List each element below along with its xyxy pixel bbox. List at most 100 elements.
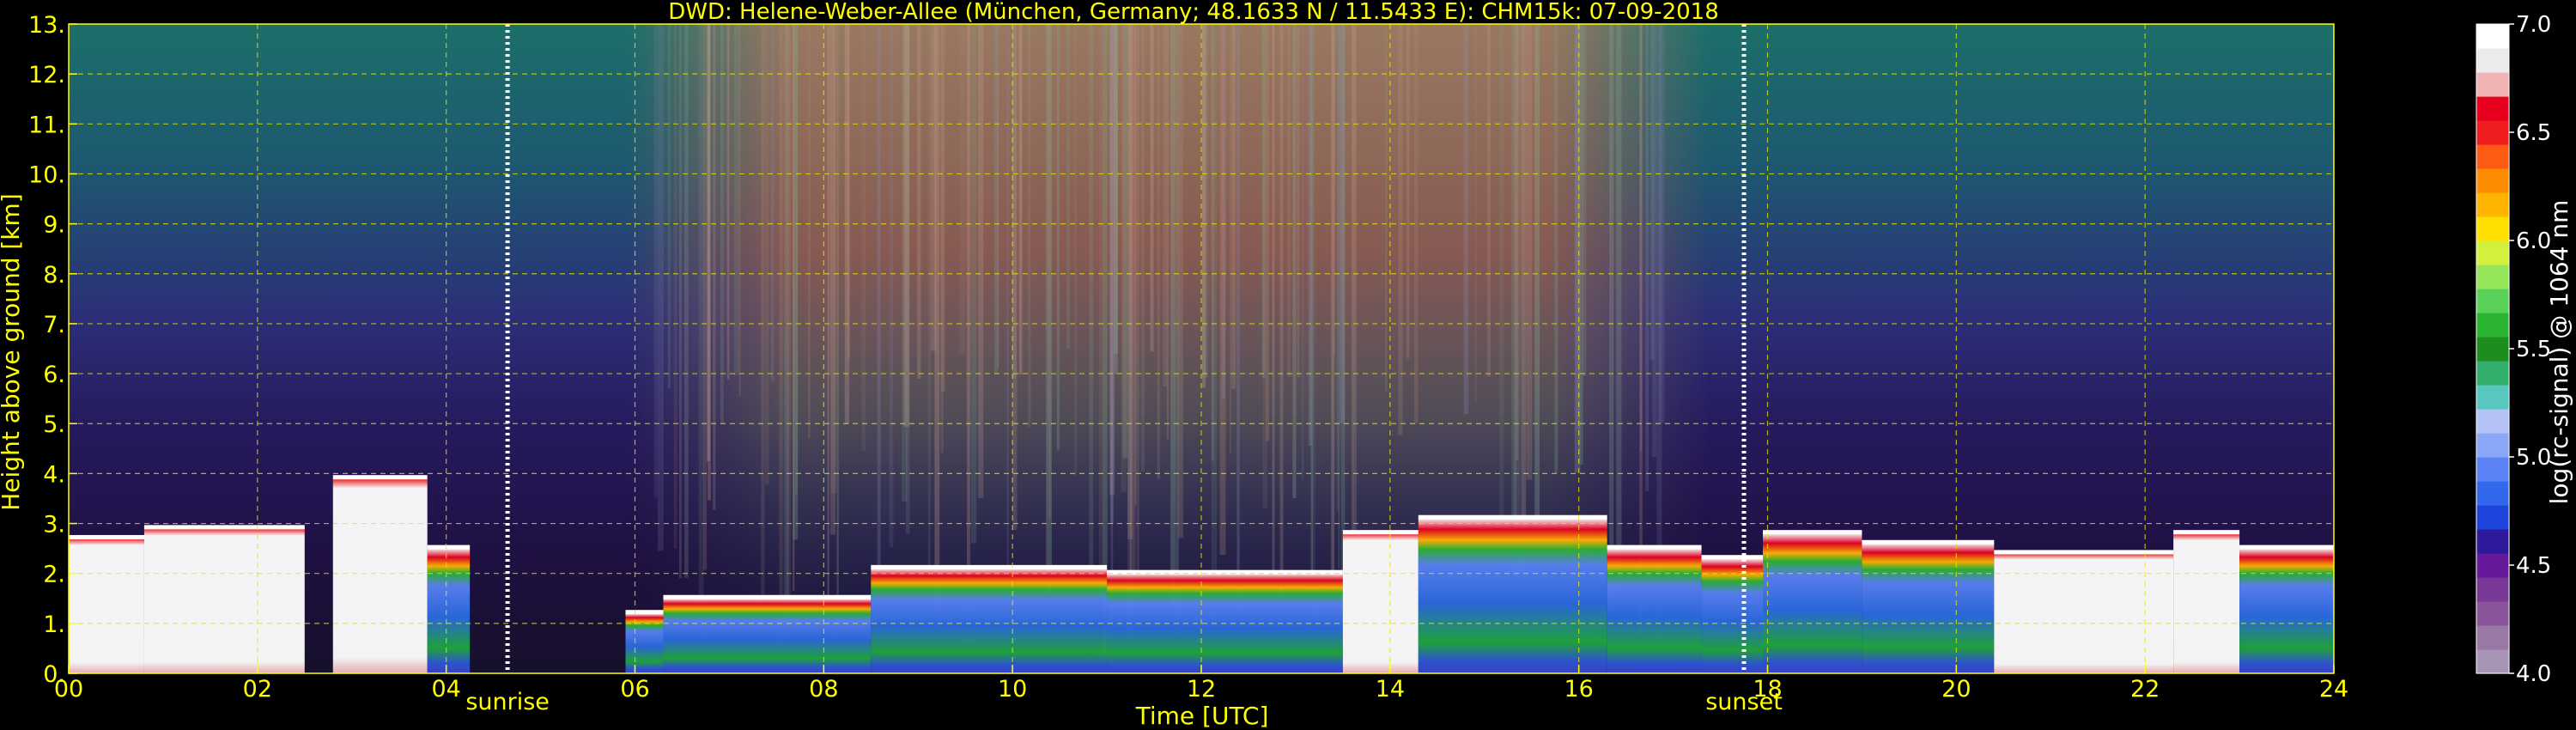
x-tick-label: 08 bbox=[809, 676, 838, 703]
colorbar-segment bbox=[2476, 481, 2509, 506]
colorbar-segment bbox=[2476, 313, 2509, 338]
signal-streak bbox=[1219, 24, 1226, 556]
signal-streak bbox=[1166, 24, 1170, 440]
signal-streak bbox=[967, 24, 970, 643]
signal-streak bbox=[1338, 24, 1340, 569]
cloud-top-edge bbox=[69, 534, 144, 539]
cloud-top-edge bbox=[871, 564, 1108, 569]
cloud-layer bbox=[871, 568, 1108, 673]
signal-streak bbox=[713, 24, 716, 510]
colorbar-segment bbox=[2476, 577, 2509, 602]
colorbar-segment bbox=[2476, 505, 2509, 530]
signal-streak bbox=[1157, 24, 1160, 479]
cloud-layer bbox=[1994, 553, 2174, 673]
cloud-top-edge bbox=[663, 594, 872, 599]
signal-streak bbox=[1066, 24, 1070, 350]
signal-streak bbox=[1353, 24, 1357, 608]
colorbar bbox=[2476, 23, 2510, 674]
signal-streak bbox=[1521, 24, 1527, 572]
colorbar-segment bbox=[2476, 24, 2509, 49]
y-tick-label: 1. bbox=[43, 611, 65, 638]
signal-streak bbox=[1110, 24, 1114, 665]
signal-streak bbox=[1018, 24, 1023, 375]
colorbar-segment bbox=[2476, 601, 2509, 626]
signal-streak bbox=[658, 24, 664, 551]
cloud-top-edge bbox=[1994, 550, 2174, 555]
signal-streak bbox=[1229, 24, 1232, 454]
colorbar-segment bbox=[2476, 409, 2509, 434]
signal-streak bbox=[978, 24, 984, 498]
signal-streak bbox=[1279, 24, 1284, 595]
signal-streak bbox=[889, 24, 894, 547]
signal-streak bbox=[1056, 24, 1060, 450]
colorbar-segment bbox=[2476, 168, 2509, 193]
signal-streak bbox=[830, 24, 836, 535]
y-tick-label: 12. bbox=[28, 62, 65, 88]
colorbar-segment bbox=[2476, 240, 2509, 265]
signal-streak bbox=[1127, 24, 1132, 642]
y-tick-label: 9. bbox=[43, 212, 65, 239]
sunrise-label: sunrise bbox=[465, 689, 550, 715]
cloud-layer bbox=[2239, 548, 2334, 673]
signal-streak bbox=[1231, 24, 1236, 389]
signal-streak bbox=[1609, 24, 1614, 605]
cloud-layer bbox=[625, 613, 664, 673]
cloud-top-edge bbox=[1862, 539, 1995, 544]
cloud-layer bbox=[1701, 558, 1764, 673]
cloud-top-edge bbox=[1701, 555, 1764, 560]
colorbar-segment bbox=[2476, 144, 2509, 169]
signal-streak bbox=[793, 24, 795, 592]
x-tick-label: 20 bbox=[1941, 676, 1971, 703]
signal-streak bbox=[726, 24, 730, 380]
signal-streak bbox=[930, 24, 937, 351]
cloud-top-edge bbox=[1763, 530, 1862, 535]
cloud-top-edge bbox=[1607, 544, 1702, 550]
cloud-layer bbox=[1342, 533, 1419, 673]
signal-streak bbox=[1170, 24, 1176, 605]
colorbar-segment bbox=[2476, 457, 2509, 482]
cloud-layer bbox=[1763, 533, 1862, 673]
signal-streak bbox=[1474, 24, 1478, 403]
cloud-layer bbox=[69, 538, 144, 673]
y-tick-label: 7. bbox=[43, 312, 65, 338]
cloud-layer bbox=[1607, 548, 1702, 673]
signal-streak bbox=[827, 24, 829, 623]
y-tick-label: 4. bbox=[43, 461, 65, 488]
cloud-top-edge bbox=[427, 544, 471, 550]
signal-streak bbox=[1652, 24, 1657, 458]
colorbar-tick-label: 4.0 bbox=[2516, 661, 2551, 687]
cloud-top-edge bbox=[625, 610, 664, 615]
y-tick-label: 6. bbox=[43, 362, 65, 388]
x-tick-label: 10 bbox=[998, 676, 1027, 703]
colorbar-segment bbox=[2476, 433, 2509, 458]
colorbar-segment bbox=[2476, 289, 2509, 313]
signal-streak bbox=[940, 24, 945, 392]
signal-streak bbox=[1136, 24, 1139, 603]
cloud-layer bbox=[2173, 533, 2240, 673]
signal-streak bbox=[678, 24, 682, 579]
colorbar-tick-label: 7.0 bbox=[2516, 12, 2551, 38]
signal-streak bbox=[1012, 24, 1018, 531]
signal-streak bbox=[1262, 24, 1267, 508]
colorbar-tick-label: 4.5 bbox=[2516, 553, 2551, 579]
x-tick-label: 22 bbox=[2130, 676, 2160, 703]
signal-streak bbox=[1178, 24, 1183, 538]
signal-streak bbox=[1201, 24, 1208, 378]
signal-streak bbox=[1098, 24, 1104, 598]
signal-streak bbox=[1133, 24, 1137, 506]
signal-streak bbox=[970, 24, 977, 544]
y-tick-label: 8. bbox=[43, 262, 65, 289]
signal-streak bbox=[1236, 24, 1240, 612]
colorbar-segment bbox=[2476, 216, 2509, 241]
cloud-top-edge bbox=[2173, 530, 2240, 535]
signal-streak bbox=[1554, 24, 1558, 473]
colorbar-segment bbox=[2476, 192, 2509, 217]
ceilometer-chart: sunrise sunset 00 02 04 06 08 10 12 14 16 18 20 22 24… bbox=[0, 0, 2573, 730]
signal-streak bbox=[1534, 24, 1540, 534]
signal-streak bbox=[1211, 24, 1214, 461]
colorbar-segment bbox=[2476, 529, 2509, 554]
signal-streak bbox=[993, 24, 999, 374]
cloud-layer bbox=[143, 528, 305, 673]
cloud-layer bbox=[427, 548, 471, 673]
y-axis-label: Height above ground [km] bbox=[0, 193, 25, 511]
